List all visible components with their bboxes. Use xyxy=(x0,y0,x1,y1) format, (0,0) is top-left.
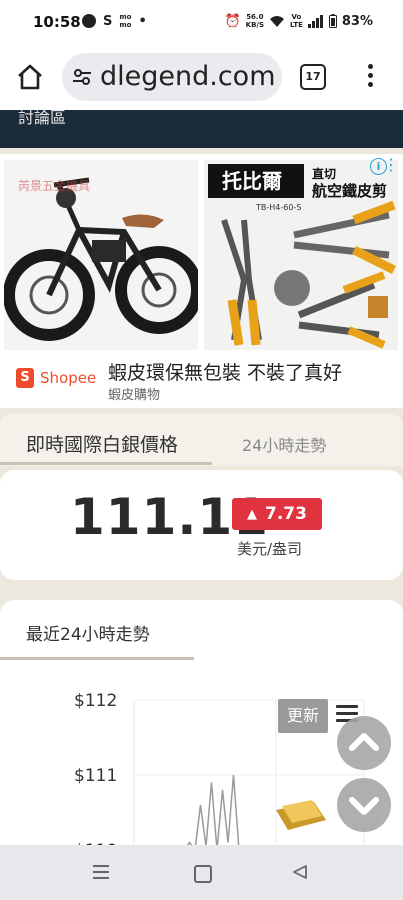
refresh-button[interactable]: 更新 xyxy=(278,699,328,733)
nav-item-forum[interactable]: 討論區 xyxy=(18,110,66,128)
up-arrow-icon: ▲ xyxy=(247,506,258,522)
system-nav-bar xyxy=(0,845,403,900)
y-tick-label: $111 xyxy=(74,766,117,786)
volte-icon: Vo LTE xyxy=(290,13,303,29)
ad-watermark-1: 芮景五金機具 xyxy=(18,178,90,193)
s-app-icon: S xyxy=(103,13,113,29)
ad-image-ebike[interactable]: 芮景五金機具 xyxy=(3,160,203,350)
price-card: 111.11 ▲ 7.73 美元/盎司 xyxy=(0,470,403,580)
browser-toolbar: dlegend.com 17 xyxy=(0,44,403,110)
tab-switcher-button[interactable]: 17 xyxy=(300,64,326,90)
momo-app-icon: mo mo xyxy=(119,13,132,29)
home-nav-icon[interactable] xyxy=(194,865,212,883)
price-unit: 美元/盎司 xyxy=(237,540,303,558)
net-speed: 56.0 KB/S xyxy=(245,13,265,29)
scroll-up-button[interactable] xyxy=(337,716,391,770)
wifi-icon xyxy=(270,15,285,27)
url-text[interactable]: dlegend.com xyxy=(100,61,276,92)
price-tabs: 即時國際白銀價格 24小時走勢 xyxy=(0,414,403,466)
ad-banner[interactable]: 芮景五金機具 托比爾 直切 航空鐵皮剪 TB-H4-60-S i ⋮ S Sho… xyxy=(0,154,403,408)
site-nav-bar: 討論區 xyxy=(0,110,403,148)
shopee-logo[interactable]: S Shopee xyxy=(16,368,96,388)
ad-tag1-text: 直切 xyxy=(312,166,336,181)
price-change-value: 7.73 xyxy=(265,504,307,524)
battery-icon xyxy=(328,14,337,28)
status-right-icons: ⏰ 56.0 KB/S Vo LTE 83% xyxy=(224,13,373,29)
overflow-menu-icon[interactable] xyxy=(366,64,376,88)
y-tick-label: $112 xyxy=(74,691,117,711)
home-icon[interactable] xyxy=(15,62,45,92)
site-settings-icon[interactable] xyxy=(72,67,92,87)
status-bar: 10:58 S mo mo • ⏰ 56.0 KB/S Vo LTE 83% xyxy=(0,0,403,44)
shopee-name: Shopee xyxy=(40,369,97,387)
notification-dot-icon: • xyxy=(138,13,147,29)
shopee-bag-icon: S xyxy=(16,368,34,388)
tab-24h-trend[interactable]: 24小時走勢 xyxy=(242,432,326,456)
status-left-icons: S mo mo • xyxy=(82,13,147,29)
chart-title: 最近24小時走勢 xyxy=(26,625,150,645)
ad-tag2-text: 航空鐵皮剪 xyxy=(312,182,387,200)
ad-model-text: TB-H4-60-S xyxy=(255,203,301,212)
alarm-icon: ⏰ xyxy=(224,13,241,29)
ad-title[interactable]: 蝦皮環保無包裝 不裝了真好 xyxy=(108,358,342,385)
ad-options-icon[interactable]: ⋮ xyxy=(383,157,399,173)
ebike-illustration: 芮景五金機具 xyxy=(3,177,203,341)
scroll-down-button[interactable] xyxy=(337,778,391,832)
address-bar[interactable]: dlegend.com xyxy=(62,53,282,101)
battery-percent: 83% xyxy=(341,13,373,29)
price-change-badge: ▲ 7.73 xyxy=(232,498,322,530)
tab-active-indicator xyxy=(0,462,212,465)
back-icon[interactable] xyxy=(292,864,308,880)
chevron-down-icon xyxy=(349,797,379,815)
tab-live-price[interactable]: 即時國際白銀價格 xyxy=(26,430,178,457)
ad-image-snips[interactable]: 托比爾 直切 航空鐵皮剪 TB-H4-60-S xyxy=(204,160,398,350)
line-app-icon xyxy=(82,14,96,28)
snips-illustration: 托比爾 直切 航空鐵皮剪 TB-H4-60-S xyxy=(208,164,397,349)
ad-subtitle: 蝦皮購物 xyxy=(108,388,161,403)
chevron-up-icon xyxy=(349,733,379,751)
signal-icon xyxy=(307,14,323,28)
ad-brand-text: 托比爾 xyxy=(222,169,282,193)
chart-plot-area xyxy=(133,699,365,860)
recent-apps-icon[interactable] xyxy=(93,865,109,879)
status-time: 10:58 xyxy=(33,13,81,31)
